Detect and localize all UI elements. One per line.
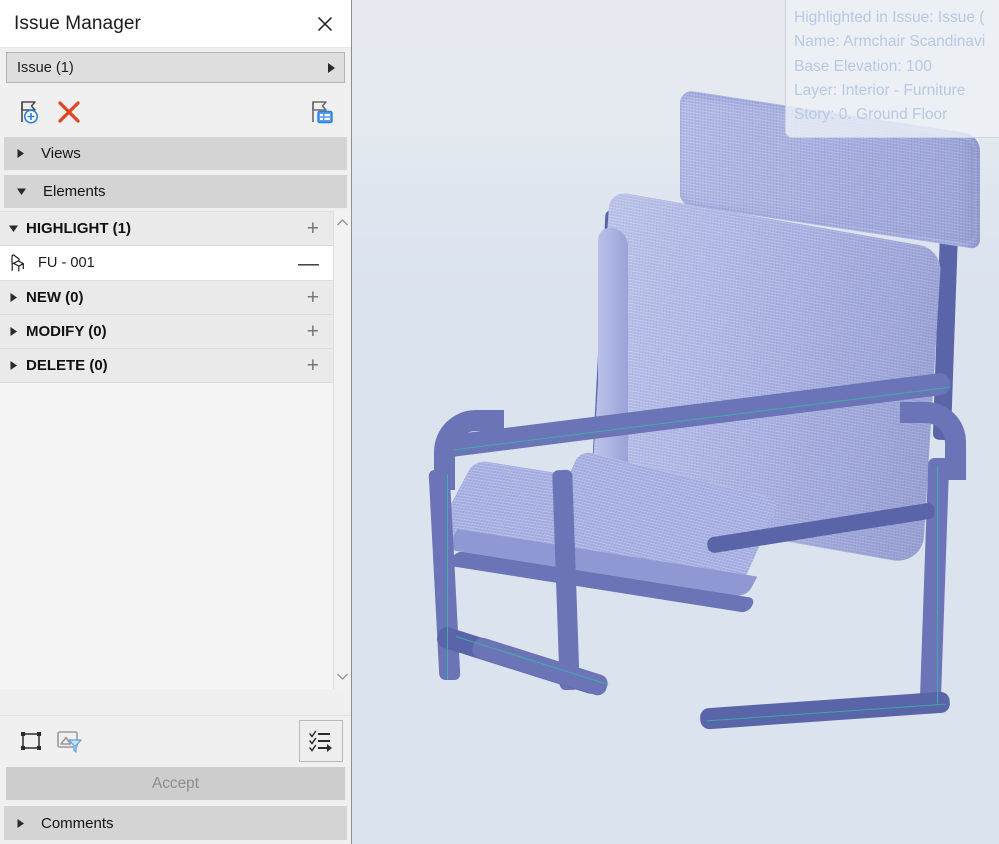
overlay-line-story: Story: 0. Ground Floor [794,106,948,124]
close-icon[interactable] [311,10,339,38]
selection-edge-leg-right [936,466,938,704]
chevron-down-icon[interactable] [336,668,349,686]
triangle-down-icon [0,224,26,233]
image-filter-icon[interactable] [50,722,88,760]
tree-group-label: HIGHLIGHT (1) [26,220,131,237]
panel-blank-area [0,689,351,715]
plus-icon[interactable]: + [307,287,319,308]
tree-group-highlight[interactable]: HIGHLIGHT (1) + [0,212,333,246]
page-title: Issue Manager [14,12,141,34]
triangle-right-icon [326,62,336,74]
tree-group-label: NEW (0) [26,289,84,306]
elements-tree-area: HIGHLIGHT (1) + FU - 001 — NEW (0) + MOD… [0,211,351,689]
tree-group-delete[interactable]: DELETE (0) + [0,349,333,383]
list-item[interactable]: FU - 001 — [0,246,333,281]
comments-label: Comments [41,814,114,832]
tree-group-label: MODIFY (0) [26,323,107,340]
overlay-line-name: Name: Armchair Scandinavi [794,33,986,51]
checklist-arrow-icon[interactable] [299,719,343,762]
chair-base-runner-left-inner [470,635,610,698]
issue-toolbar [0,88,351,136]
plus-icon[interactable]: + [307,355,319,376]
selection-edge-leg-left [446,474,448,680]
flag-plus-icon[interactable] [12,93,50,131]
elements-tree[interactable]: HIGHLIGHT (1) + FU - 001 — NEW (0) + MOD… [0,211,333,689]
chevron-up-icon[interactable] [336,214,349,232]
list-item-label: FU - 001 [38,255,95,271]
element-action-toolbar [0,715,351,765]
element-info-overlay: Highlighted in Issue: Issue ( Name: Armc… [785,0,999,139]
issue-selector-label: Issue (1) [17,59,74,76]
minus-icon[interactable]: — [298,253,319,274]
issue-manager-panel: Issue Manager Issue (1) Views Elements H… [0,0,352,844]
red-x-icon[interactable] [50,93,88,131]
selection-rectangle-icon[interactable] [12,722,50,760]
panel-titlebar: Issue Manager [0,0,351,48]
triangle-down-icon [16,187,27,196]
triangle-right-icon [16,818,25,829]
accept-button[interactable]: Accept [6,767,345,800]
flag-list-icon[interactable] [303,93,341,131]
tree-scrollbar[interactable] [333,211,351,689]
overlay-line-layer: Layer: Interior - Furniture [794,81,966,99]
plus-icon[interactable]: + [307,321,319,342]
triangle-right-icon [16,148,25,159]
chair-icon [0,252,38,274]
section-views[interactable]: Views [4,137,347,170]
tree-group-new[interactable]: NEW (0) + [0,281,333,315]
issue-selector[interactable]: Issue (1) [6,52,345,83]
comments-section[interactable]: Comments [4,806,347,840]
chair-base-runner-right [699,691,951,730]
triangle-right-icon [0,326,26,337]
overlay-line-base-elevation: Base Elevation: 100 [794,57,932,75]
tree-group-label: DELETE (0) [26,357,108,374]
overlay-line-highlighted-in-issue: Highlighted in Issue: Issue ( [794,9,985,26]
section-views-label: Views [41,145,81,162]
section-elements[interactable]: Elements [4,175,347,208]
selection-edge-runner-left [455,635,609,686]
plus-icon[interactable]: + [307,218,319,239]
triangle-right-icon [0,292,26,303]
triangle-right-icon [0,360,26,371]
tree-group-modify[interactable]: MODIFY (0) + [0,315,333,349]
app-window: Highlighted in Issue: Issue ( Name: Armc… [0,0,999,844]
section-elements-label: Elements [43,183,106,200]
